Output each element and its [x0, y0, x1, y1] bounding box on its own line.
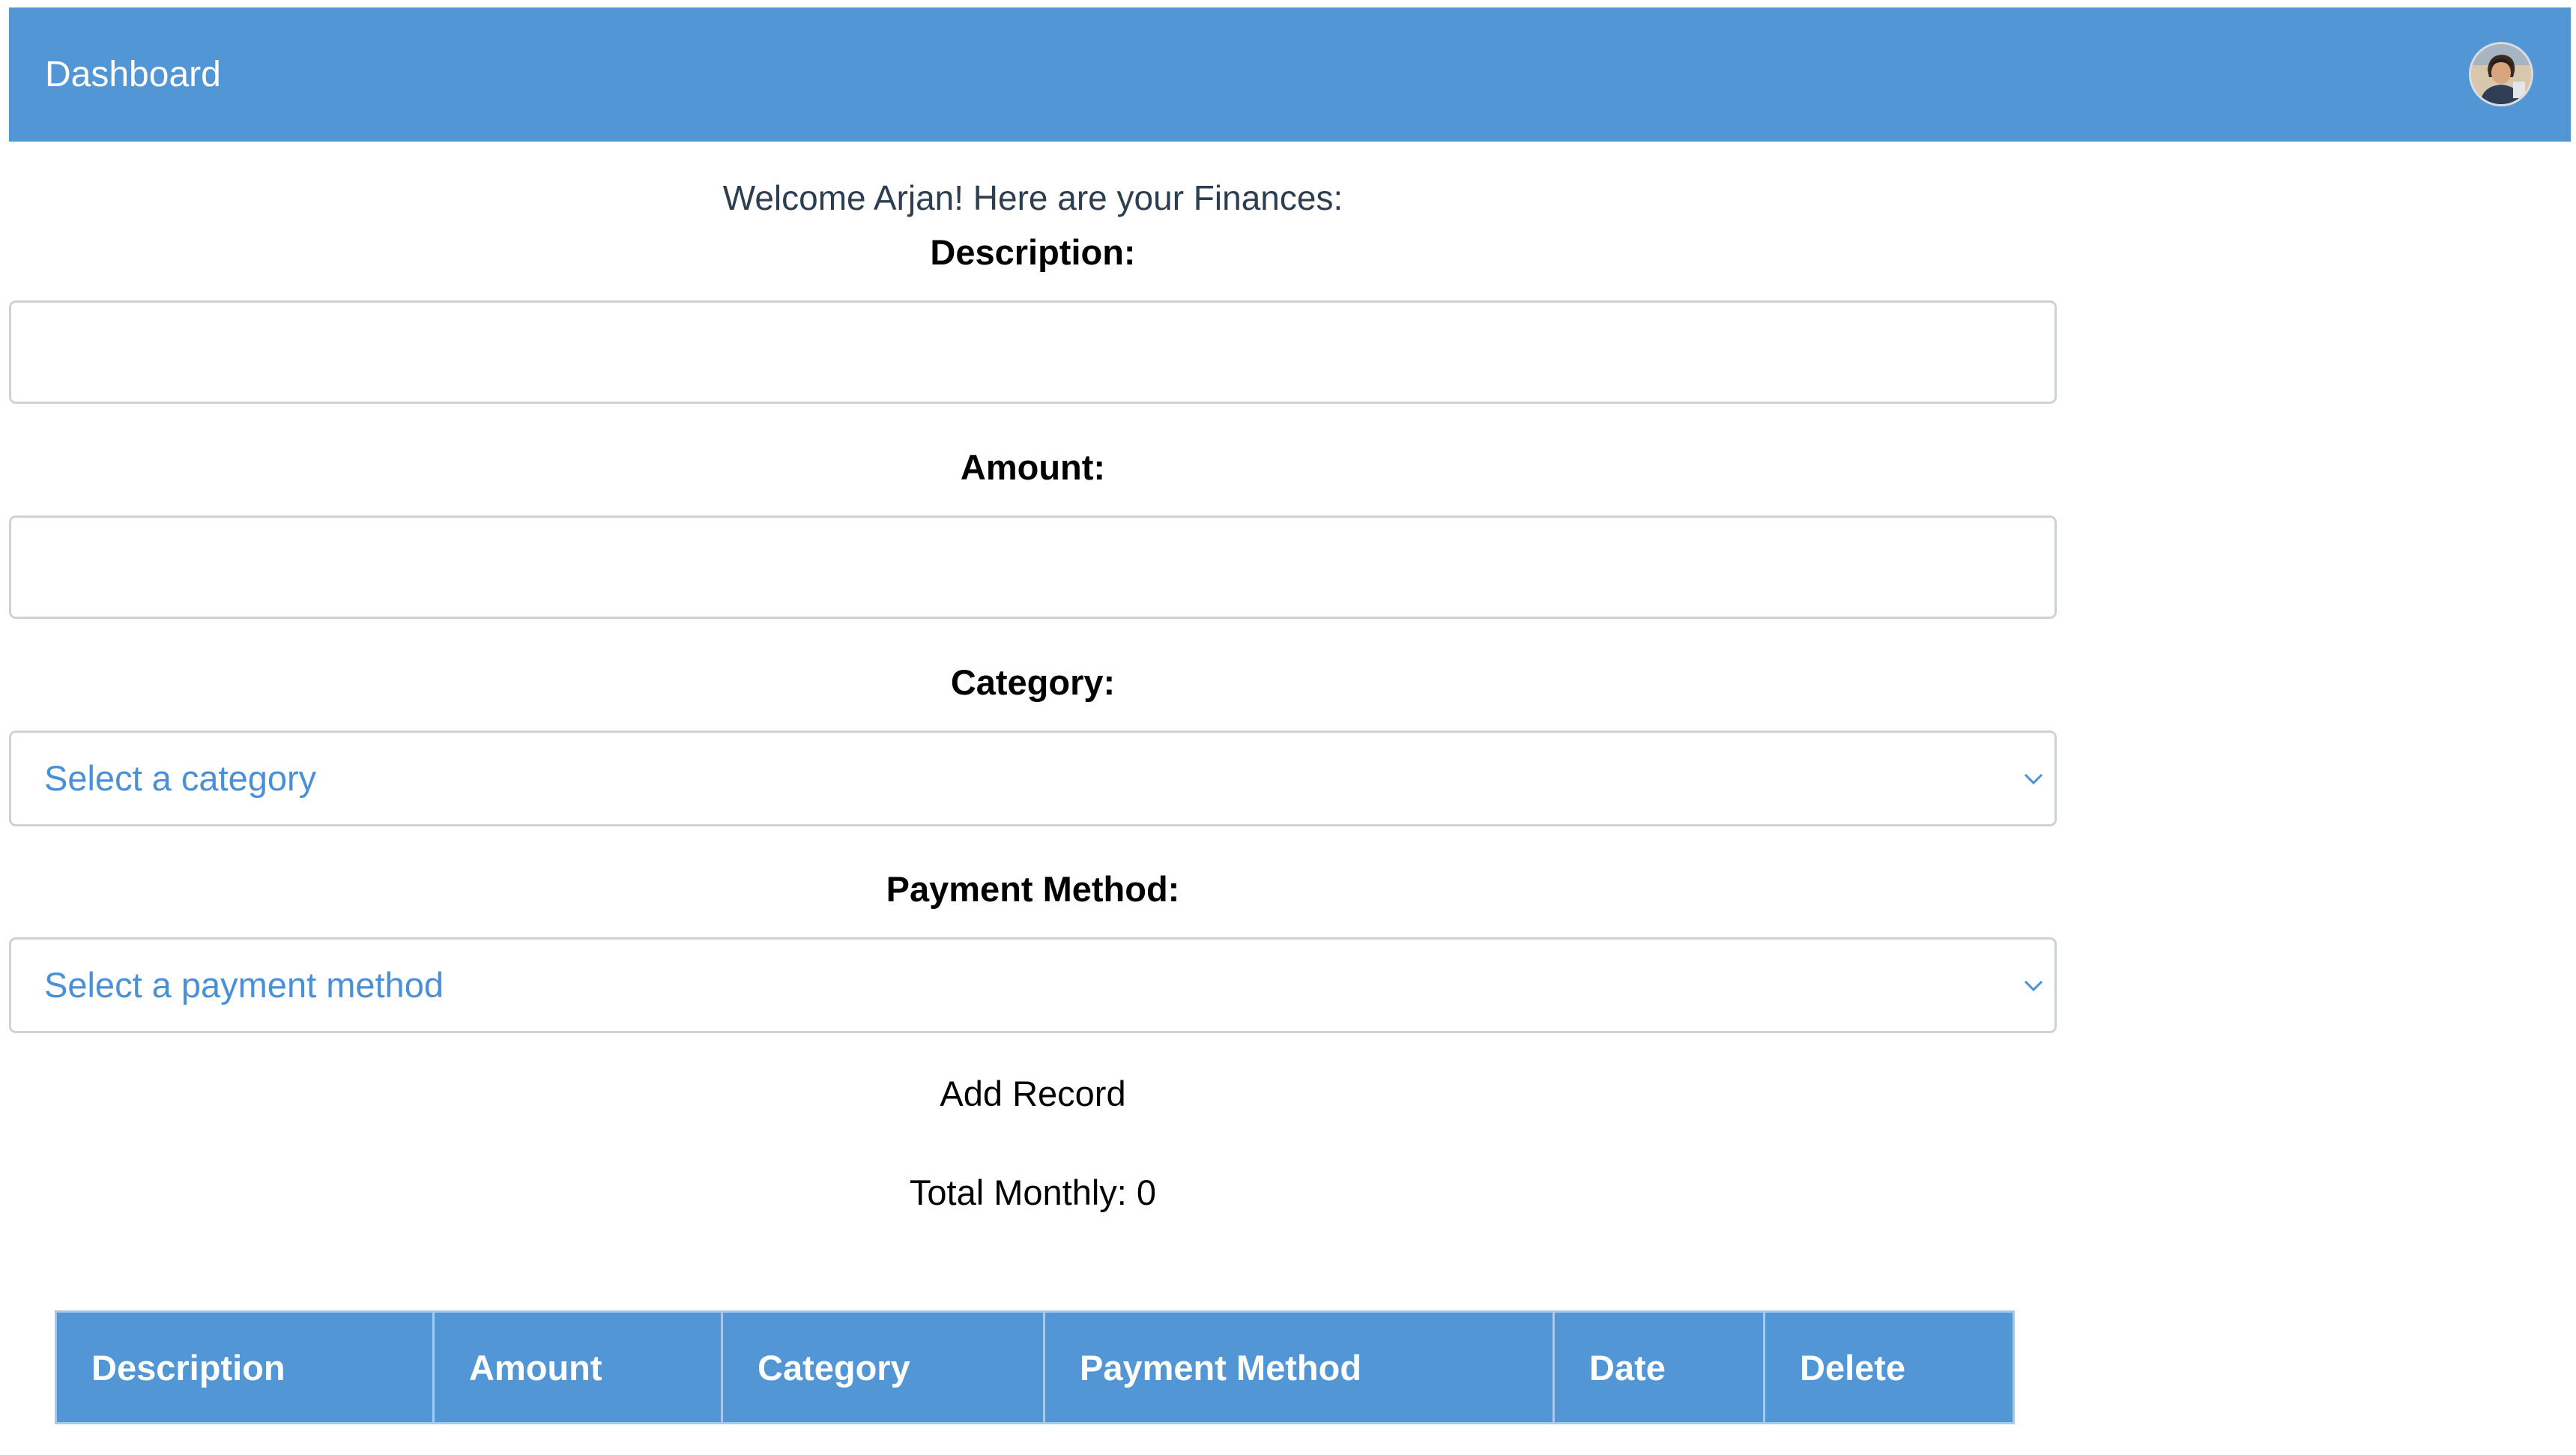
- records-table: Description Amount Category Payment Meth…: [55, 1310, 2015, 1424]
- column-header-payment-method: Payment Method: [1043, 1310, 1555, 1424]
- chevron-down-icon: [2023, 975, 2044, 995]
- column-header-amount: Amount: [432, 1310, 723, 1424]
- top-navbar: Dashboard: [9, 7, 2571, 142]
- amount-input[interactable]: [9, 515, 2057, 619]
- description-label: Description:: [930, 232, 1136, 272]
- dashboard-brand-link[interactable]: Dashboard: [45, 7, 221, 142]
- chevron-down-icon: [2023, 769, 2044, 788]
- payment-method-label: Payment Method:: [886, 869, 1180, 909]
- column-header-description: Description: [55, 1310, 435, 1424]
- description-input[interactable]: [9, 300, 2057, 404]
- category-select-placeholder: Select a category: [44, 758, 317, 798]
- avatar-image: [2471, 44, 2531, 104]
- amount-label: Amount:: [960, 447, 1106, 487]
- payment-method-select[interactable]: Select a payment method: [9, 937, 2057, 1033]
- column-header-delete: Delete: [1763, 1310, 2015, 1424]
- table-header-row: Description Amount Category Payment Meth…: [55, 1310, 2015, 1424]
- category-label: Category:: [950, 662, 1116, 702]
- column-header-category: Category: [721, 1310, 1045, 1424]
- payment-method-select-placeholder: Select a payment method: [44, 965, 444, 1005]
- welcome-message: Welcome Arjan! Here are your Finances:: [722, 178, 1343, 217]
- category-select[interactable]: Select a category: [9, 730, 2057, 826]
- total-monthly: Total Monthly: 0: [909, 1173, 1157, 1212]
- user-avatar-icon[interactable]: [2469, 42, 2533, 106]
- add-record-button[interactable]: Add Record: [9, 1068, 2057, 1120]
- column-header-date: Date: [1552, 1310, 1765, 1424]
